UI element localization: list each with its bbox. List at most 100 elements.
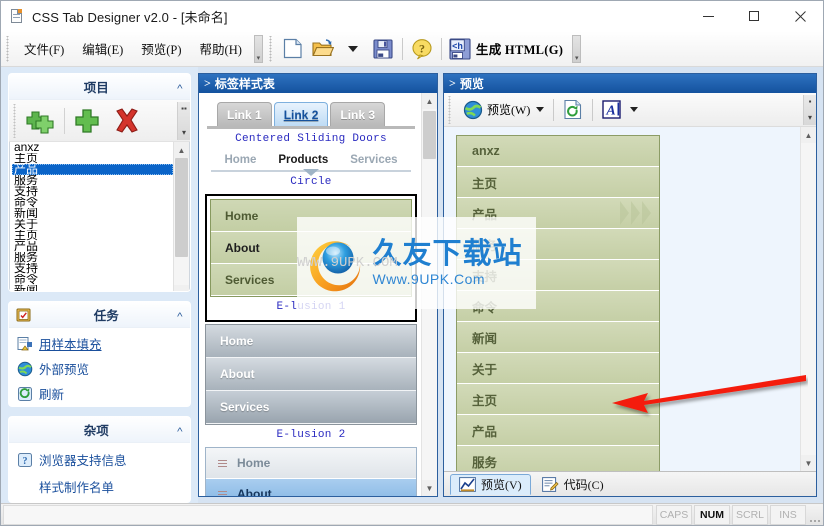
collapse-chevron-icon[interactable]: ˄ — [177, 82, 183, 91]
list-item[interactable]: 关于 — [12, 219, 173, 230]
menu-grip-handle[interactable] — [5, 35, 13, 62]
list-item[interactable]: 产品 — [12, 241, 173, 252]
style-sliding-doors[interactable]: Link 1 Link 2 Link 3 Centered Sliding Do… — [205, 99, 417, 149]
sd-tab-link3[interactable]: Link 3 — [330, 102, 386, 126]
list-item[interactable]: 命令 — [12, 274, 173, 285]
open-recent-dropdown[interactable] — [338, 34, 368, 64]
scroll-down-icon[interactable]: ▼ — [422, 480, 437, 496]
toolbar-overflow-handle[interactable]: ▾ — [571, 34, 582, 64]
blue-item-home[interactable]: Home — [206, 448, 416, 479]
close-button[interactable] — [777, 1, 823, 31]
list-item[interactable]: 支持 — [12, 263, 173, 274]
generate-html-button[interactable]: <h 生成 HTML(G) — [446, 34, 569, 64]
preview-menu-item[interactable]: 服务 — [457, 446, 659, 471]
elusion2-item-about[interactable]: About — [206, 358, 416, 391]
scroll-down-icon[interactable]: ▼ — [801, 455, 816, 471]
items-toolbar-grip[interactable] — [12, 103, 19, 138]
preview-scrollbar[interactable]: ▲ ▼ — [800, 127, 816, 471]
elusion2-item-home[interactable]: Home — [206, 325, 416, 358]
circle-item-products[interactable]: Products — [278, 154, 328, 166]
tasks-panel-header[interactable]: 任务 ˄ — [9, 302, 190, 329]
circle-item-home[interactable]: Home — [224, 154, 256, 166]
scroll-thumb[interactable] — [423, 111, 436, 159]
scroll-down-icon[interactable]: ▼ — [174, 285, 189, 292]
preview-toolbar-overflow[interactable]: ▪ ▾ — [803, 94, 816, 125]
scroll-up-icon[interactable]: ▲ — [422, 93, 437, 109]
task-external-preview[interactable]: 外部预览 — [17, 359, 184, 378]
misc-browser-support-info[interactable]: ? 浏览器支持信息 — [17, 450, 184, 469]
style-circle[interactable]: Home Products Services Circle — [205, 151, 417, 192]
maximize-button[interactable] — [731, 1, 777, 31]
task-refresh[interactable]: 刷新 — [17, 384, 184, 403]
resize-grip-icon[interactable] — [807, 505, 823, 525]
elusion1-item-about[interactable]: About — [211, 232, 411, 264]
blue-item-about[interactable]: About — [206, 479, 416, 496]
menu-overflow-handle[interactable]: ▾ — [253, 34, 264, 64]
misc-panel-header[interactable]: 杂项 ˄ — [9, 417, 190, 444]
save-button[interactable] — [368, 34, 398, 64]
menu-help[interactable]: 帮助(H) — [191, 34, 251, 63]
new-file-button[interactable] — [278, 34, 308, 64]
preview-menu-item[interactable]: 关于 — [457, 353, 659, 384]
items-list-scrollbar[interactable]: ▲ ▼ — [173, 142, 189, 292]
task-fill-with-sample[interactable]: 用样本填充 — [17, 334, 184, 353]
misc-link-label[interactable]: 浏览器支持信息 — [39, 450, 127, 469]
list-item[interactable]: 命令 — [12, 197, 173, 208]
elusion2-item-services[interactable]: Services — [206, 391, 416, 424]
open-file-button[interactable] — [308, 34, 338, 64]
preview-menu-item[interactable]: 支持 — [457, 260, 659, 291]
add-multiple-items-button[interactable] — [22, 102, 62, 140]
scroll-track[interactable] — [174, 158, 189, 285]
style-elusion2[interactable]: Home About Services E-lusion 2 — [205, 324, 417, 445]
minimize-button[interactable] — [685, 1, 731, 31]
scroll-thumb[interactable] — [175, 158, 188, 258]
elusion1-item-home[interactable]: Home — [211, 200, 411, 232]
items-listbox[interactable]: anxz 主页 产品 服务 支持 命令 新闻 关于 主页 产品 服务 支持 命令… — [9, 142, 190, 292]
collapse-chevron-icon[interactable]: ˄ — [177, 425, 183, 434]
list-item[interactable]: 服务 — [12, 252, 173, 263]
sd-tab-link2[interactable]: Link 2 — [273, 102, 329, 126]
style-elusion1-selected[interactable]: Home About Services E-lusion 1 — [205, 194, 417, 322]
scroll-track[interactable] — [422, 109, 437, 480]
preview-menu-item-hover[interactable]: 产品 — [457, 198, 659, 229]
task-link-label[interactable]: 用样本填充 — [39, 334, 102, 353]
preview-menu-item[interactable]: anxz — [457, 136, 659, 167]
preview-menu-item[interactable]: 新闻 — [457, 322, 659, 353]
list-item[interactable]: 服务 — [12, 175, 173, 186]
items-toolbar-overflow[interactable]: ▪▪ ▾ — [177, 101, 190, 140]
menu-file[interactable]: 文件(F) — [15, 34, 73, 63]
scroll-track[interactable] — [801, 143, 816, 455]
misc-link-label[interactable]: 样式制作名单 — [39, 477, 114, 496]
style-panel-scrollbar[interactable]: ▲ ▼ — [421, 93, 437, 496]
menu-preview[interactable]: 预览(P) — [132, 34, 190, 63]
list-item-selected[interactable]: 产品 — [12, 164, 173, 175]
list-item[interactable]: 新闻 — [12, 208, 173, 219]
help-button[interactable]: ? — [407, 34, 437, 64]
list-item[interactable]: 主页 — [12, 230, 173, 241]
preview-menu-item[interactable]: 产品 — [457, 415, 659, 446]
preview-menu-item[interactable]: 命令 — [457, 291, 659, 322]
menu-edit[interactable]: 编辑(E) — [73, 34, 132, 63]
collapse-chevron-icon[interactable]: ˄ — [177, 310, 183, 319]
list-item[interactable]: 新闻 — [12, 285, 173, 291]
misc-style-credits[interactable]: 样式制作名单 — [17, 477, 184, 496]
task-link-label[interactable]: 刷新 — [39, 384, 64, 403]
scroll-up-icon[interactable]: ▲ — [174, 142, 189, 158]
elusion1-item-services[interactable]: Services — [211, 264, 411, 296]
preview-menu-item[interactable]: 主页 — [457, 384, 659, 415]
list-item[interactable]: 支持 — [12, 186, 173, 197]
list-item[interactable]: 主页 — [12, 153, 173, 164]
circle-item-services[interactable]: Services — [350, 154, 397, 166]
font-button[interactable]: A — [597, 95, 643, 125]
preview-menu-item[interactable]: 主页 — [457, 167, 659, 198]
preview-toolbar-grip[interactable] — [447, 95, 454, 124]
toolbar-grip-handle[interactable] — [267, 35, 276, 62]
task-link-label[interactable]: 外部预览 — [39, 359, 89, 378]
preview-menu-item[interactable]: 服务 — [457, 229, 659, 260]
tab-preview[interactable]: 预览(V) — [450, 473, 531, 495]
add-item-button[interactable] — [67, 102, 107, 140]
list-item[interactable]: anxz — [12, 142, 173, 153]
tab-code[interactable]: 代码(C) — [534, 474, 612, 495]
scroll-up-icon[interactable]: ▲ — [801, 127, 816, 143]
items-panel-header[interactable]: 项目 ˄ — [9, 74, 190, 100]
